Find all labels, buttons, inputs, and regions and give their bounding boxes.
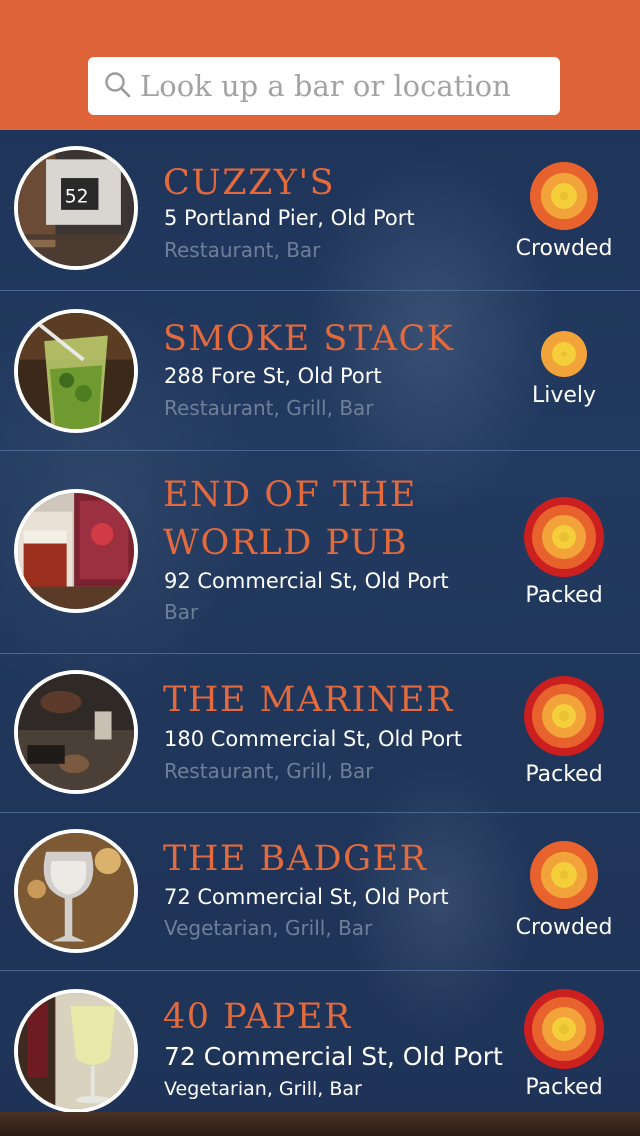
venue-row-smoke-stack[interactable]: SMOKE STACK 288 Fore St, Old Port Restau… xyxy=(0,291,640,451)
venue-row-cuzzys[interactable]: 52 CUZZY'S 5 Portland Pier, Old Port Res… xyxy=(0,130,640,291)
venue-row-the-badger[interactable]: THE BADGER 72 Commercial St, Old Port Ve… xyxy=(0,813,640,971)
venue-row-end-of-the-world-pub[interactable]: END OF THE WORLD PUB 92 Commercial St, O… xyxy=(0,451,640,654)
venue-photo xyxy=(14,489,138,613)
crowd-level-icon xyxy=(530,841,598,909)
crowd-status-label: Packed xyxy=(525,1075,603,1100)
search-box[interactable] xyxy=(88,57,560,115)
venue-photo xyxy=(14,829,138,953)
venue-row-40-paper[interactable]: 40 PAPER 72 Commercial St, Old Port Vege… xyxy=(0,971,640,1131)
svg-text:52: 52 xyxy=(65,186,89,207)
venue-address: 180 Commercial St, Old Port xyxy=(164,727,462,751)
venue-category: Restaurant, Grill, Bar xyxy=(164,396,374,420)
venue-photo xyxy=(14,309,138,433)
venue-name[interactable]: CUZZY'S xyxy=(163,159,335,207)
crowd-status-label: Lively xyxy=(531,383,597,408)
venue-address: 288 Fore St, Old Port xyxy=(164,364,382,388)
search-icon xyxy=(104,71,132,99)
venue-category: Restaurant, Bar xyxy=(164,238,321,262)
crowd-level-icon xyxy=(530,162,598,230)
crowd-status-label: Crowded xyxy=(515,236,613,261)
venue-category: Vegetarian, Grill, Bar xyxy=(164,916,373,940)
search-input[interactable] xyxy=(140,63,550,109)
venue-name[interactable]: 40 PAPER xyxy=(163,993,352,1041)
venue-name[interactable]: THE BADGER xyxy=(163,835,427,883)
venue-photo xyxy=(14,670,138,794)
venue-category: Bar xyxy=(164,600,199,624)
crowd-status-label: Packed xyxy=(525,583,603,608)
venue-category: Vegetarian, Grill, Bar xyxy=(164,1078,362,1100)
venue-category: Restaurant, Grill, Bar xyxy=(164,759,374,783)
crowd-level-icon xyxy=(524,989,604,1069)
crowd-level-icon xyxy=(541,331,587,377)
crowd-level-icon xyxy=(524,676,604,756)
crowd-level-icon xyxy=(524,497,604,577)
venue-name[interactable]: SMOKE STACK xyxy=(163,315,454,363)
venue-row-the-mariner[interactable]: THE MARINER 180 Commercial St, Old Port … xyxy=(0,654,640,813)
venue-address: 5 Portland Pier, Old Port xyxy=(164,206,415,230)
app-screen: 52 CUZZY'S 5 Portland Pier, Old Port Res… xyxy=(0,0,640,1136)
venue-address: 72 Commercial St, Old Port xyxy=(164,885,449,909)
venue-name[interactable]: THE MARINER xyxy=(163,676,454,724)
venue-photo xyxy=(14,989,138,1113)
venue-name[interactable]: END OF THE WORLD PUB xyxy=(163,471,417,567)
venue-address: 72 Commercial St, Old Port xyxy=(164,1042,503,1071)
venue-photo: 52 xyxy=(14,146,138,270)
crowd-status-label: Packed xyxy=(525,762,603,787)
venue-address: 92 Commercial St, Old Port xyxy=(164,569,449,593)
crowd-status-label: Crowded xyxy=(515,915,613,940)
bottom-edge xyxy=(0,1112,640,1136)
header-bar xyxy=(0,0,640,130)
